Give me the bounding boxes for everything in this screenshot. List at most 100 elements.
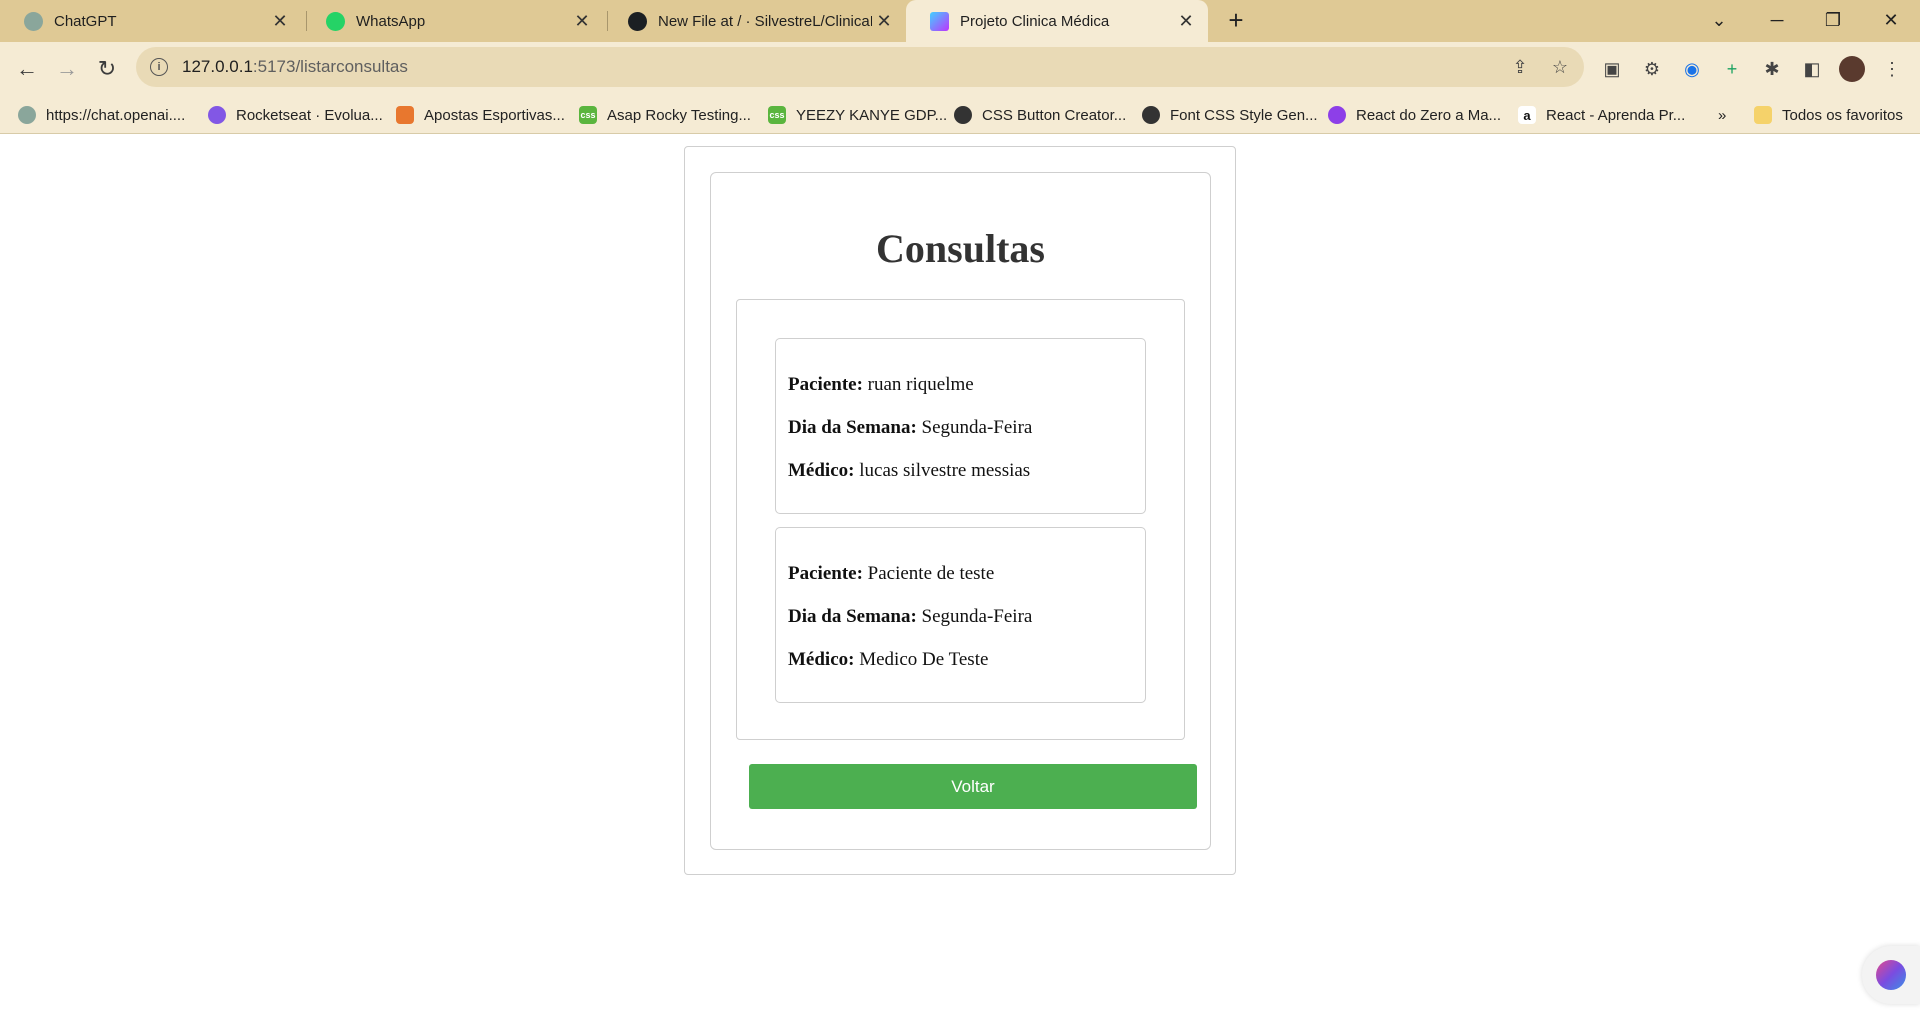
dia-label: Dia da Semana: xyxy=(788,417,917,438)
floating-assistant-button[interactable] xyxy=(1862,946,1920,1004)
medico-line: Médico: lucas silvestre messias xyxy=(788,459,1145,502)
bookmark-item[interactable]: css Asap Rocky Testing... xyxy=(579,96,751,134)
tab-github[interactable]: New File at / · SilvestreL/ClinicaM ✕ xyxy=(604,0,906,42)
folder-icon xyxy=(1754,106,1772,124)
minimize-icon[interactable]: ─ xyxy=(1752,0,1802,40)
medico-label: Médico: xyxy=(788,460,855,481)
chatgpt-icon xyxy=(24,11,43,31)
hotmart-icon xyxy=(1328,106,1346,124)
extension-gear-icon[interactable]: ⚙ xyxy=(1638,55,1666,83)
url-text: 127.0.0.1:5173/listarconsultas xyxy=(182,57,408,77)
paciente-line: Paciente: ruan riquelme xyxy=(788,373,1145,416)
globe-icon xyxy=(954,106,972,124)
tab-search-chevron-icon[interactable]: ⌄ xyxy=(1694,0,1744,40)
dia-value: Segunda-Feira xyxy=(921,606,1033,627)
outer-container: Consultas Paciente: ruan riquelme Dia da… xyxy=(684,146,1236,875)
voltar-button[interactable]: Voltar xyxy=(749,764,1197,809)
forward-arrow-icon[interactable]: → xyxy=(52,54,82,84)
tab-projeto-clinica[interactable]: Projeto Clinica Médica ✕ xyxy=(906,0,1208,42)
amazon-icon: a xyxy=(1518,106,1536,124)
tab-title: WhatsApp xyxy=(356,12,426,30)
extensions-puzzle-icon[interactable]: ✱ xyxy=(1758,55,1786,83)
share-icon[interactable]: ⇪ xyxy=(1510,57,1530,77)
bookmark-label: Asap Rocky Testing... xyxy=(607,106,751,124)
paciente-line: Paciente: Paciente de teste xyxy=(788,562,1145,605)
back-arrow-icon[interactable]: ← xyxy=(12,54,42,84)
close-icon[interactable]: ✕ xyxy=(268,9,292,33)
side-panel-icon[interactable]: ◧ xyxy=(1798,55,1826,83)
all-bookmarks-label: Todos os favoritos xyxy=(1782,106,1903,124)
bookmark-label: Font CSS Style Gen... xyxy=(1170,106,1318,124)
dia-line: Dia da Semana: Segunda-Feira xyxy=(788,416,1145,459)
paciente-label: Paciente: xyxy=(788,563,863,584)
whatsapp-icon xyxy=(326,11,345,31)
menu-kebab-icon[interactable]: ⋮ xyxy=(1878,55,1906,83)
medico-label: Médico: xyxy=(788,649,855,670)
bookmark-label: React do Zero a Ma... xyxy=(1356,106,1502,124)
page-title: Consultas xyxy=(876,226,1045,271)
extension-password-icon[interactable]: ◉ xyxy=(1678,55,1706,83)
bookmark-label: Rocketseat · Evolua... xyxy=(236,106,383,124)
consultas-list: Paciente: ruan riquelme Dia da Semana: S… xyxy=(736,299,1185,740)
extension-plus-icon[interactable]: + xyxy=(1718,55,1746,83)
dia-value: Segunda-Feira xyxy=(921,417,1033,438)
paciente-value: ruan riquelme xyxy=(867,374,974,395)
dia-line: Dia da Semana: Segunda-Feira xyxy=(788,605,1145,648)
globe-icon xyxy=(1142,106,1160,124)
vite-icon xyxy=(930,11,949,31)
bookmark-item[interactable]: a React - Aprenda Pr... xyxy=(1518,96,1685,134)
browser-toolbar: ← → ↻ i 127.0.0.1:5173/listarconsultas ⇪… xyxy=(0,42,1920,96)
css-icon: css xyxy=(579,106,597,124)
tab-title: ChatGPT xyxy=(54,12,117,30)
bookmark-item[interactable]: Apostas Esportivas... xyxy=(396,96,565,134)
new-tab-button[interactable]: + xyxy=(1222,7,1250,35)
profile-avatar[interactable] xyxy=(1838,55,1866,83)
css-icon: css xyxy=(768,106,786,124)
all-bookmarks-folder[interactable]: Todos os favoritos xyxy=(1754,96,1903,134)
tab-whatsapp[interactable]: WhatsApp ✕ xyxy=(302,0,604,42)
dia-label: Dia da Semana: xyxy=(788,606,917,627)
medico-line: Médico: Medico De Teste xyxy=(788,648,1145,691)
medico-value: lucas silvestre messias xyxy=(859,460,1031,481)
close-icon[interactable]: ✕ xyxy=(1174,9,1198,33)
bookmark-item[interactable]: Font CSS Style Gen... xyxy=(1142,96,1318,134)
address-bar[interactable]: i 127.0.0.1:5173/listarconsultas ⇪ ☆ xyxy=(136,47,1584,87)
reload-icon[interactable]: ↻ xyxy=(92,54,122,84)
chatgpt-icon xyxy=(18,106,36,124)
bookmark-item[interactable]: CSS Button Creator... xyxy=(954,96,1126,134)
brain-icon xyxy=(1876,960,1906,990)
consulta-item: Paciente: ruan riquelme Dia da Semana: S… xyxy=(775,338,1146,514)
page-viewport: Consultas Paciente: ruan riquelme Dia da… xyxy=(0,134,1920,1020)
medico-value: Medico De Teste xyxy=(859,649,989,670)
restore-icon[interactable]: ❐ xyxy=(1808,0,1858,40)
bookmark-star-icon[interactable]: ☆ xyxy=(1550,57,1570,77)
window-close-icon[interactable]: ✕ xyxy=(1866,0,1916,40)
tab-title: Projeto Clinica Médica xyxy=(960,12,1110,30)
url-path: :5173/listarconsultas xyxy=(252,57,408,76)
paciente-label: Paciente: xyxy=(788,374,863,395)
bookmark-label: Apostas Esportivas... xyxy=(424,106,565,124)
bookmarks-bar: https://chat.openai.... Rocketseat · Evo… xyxy=(0,96,1920,134)
extension-m-icon[interactable]: ▣ xyxy=(1598,55,1626,83)
bookmark-label: https://chat.openai.... xyxy=(46,106,186,124)
rocketseat-icon xyxy=(208,106,226,124)
betting-icon xyxy=(396,106,414,124)
tab-chatgpt[interactable]: ChatGPT ✕ xyxy=(0,0,302,42)
bookmark-item[interactable]: Rocketseat · Evolua... xyxy=(208,96,383,134)
bookmark-item[interactable]: https://chat.openai.... xyxy=(18,96,185,134)
consultas-card: Consultas Paciente: ruan riquelme Dia da… xyxy=(710,172,1211,850)
tab-strip: ChatGPT ✕ WhatsApp ✕ New File at / · Sil… xyxy=(0,0,1920,42)
consulta-item: Paciente: Paciente de teste Dia da Seman… xyxy=(775,527,1146,703)
bookmark-item[interactable]: css YEEZY KANYE GDP... xyxy=(768,96,947,134)
bookmark-label: React - Aprenda Pr... xyxy=(1546,106,1686,124)
close-icon[interactable]: ✕ xyxy=(872,9,896,33)
site-info-icon[interactable]: i xyxy=(150,58,168,76)
bookmarks-overflow-chevron[interactable]: » xyxy=(1718,96,1726,134)
close-icon[interactable]: ✕ xyxy=(570,9,594,33)
tab-title: New File at / · SilvestreL/ClinicaM xyxy=(658,12,872,30)
bookmark-label: CSS Button Creator... xyxy=(982,106,1127,124)
paciente-value: Paciente de teste xyxy=(867,563,995,584)
url-host: 127.0.0.1 xyxy=(182,57,253,76)
bookmark-label: YEEZY KANYE GDP... xyxy=(796,106,948,124)
bookmark-item[interactable]: React do Zero a Ma... xyxy=(1328,96,1501,134)
